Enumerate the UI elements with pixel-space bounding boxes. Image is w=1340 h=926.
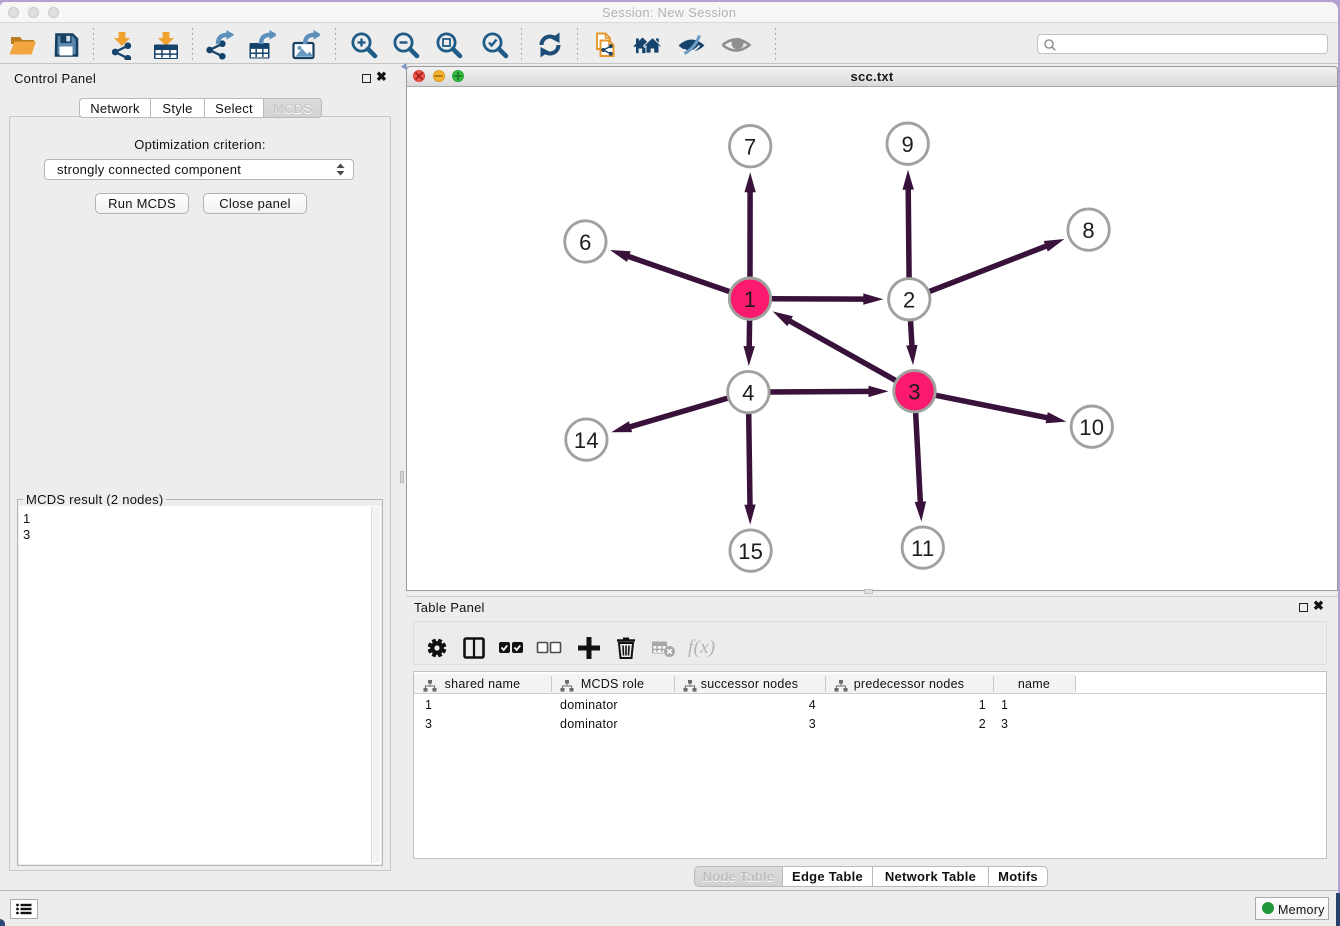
svg-text:15: 15 bbox=[738, 539, 763, 564]
svg-text:10: 10 bbox=[1079, 415, 1104, 440]
svg-text:2: 2 bbox=[903, 288, 916, 313]
svg-text:7: 7 bbox=[744, 135, 757, 160]
svg-text:11: 11 bbox=[911, 536, 934, 561]
svg-text:14: 14 bbox=[574, 428, 599, 453]
svg-text:6: 6 bbox=[579, 230, 592, 255]
svg-text:3: 3 bbox=[908, 379, 921, 404]
svg-text:4: 4 bbox=[742, 380, 755, 405]
svg-text:9: 9 bbox=[901, 132, 914, 157]
svg-text:8: 8 bbox=[1082, 218, 1095, 243]
svg-text:1: 1 bbox=[744, 287, 757, 312]
